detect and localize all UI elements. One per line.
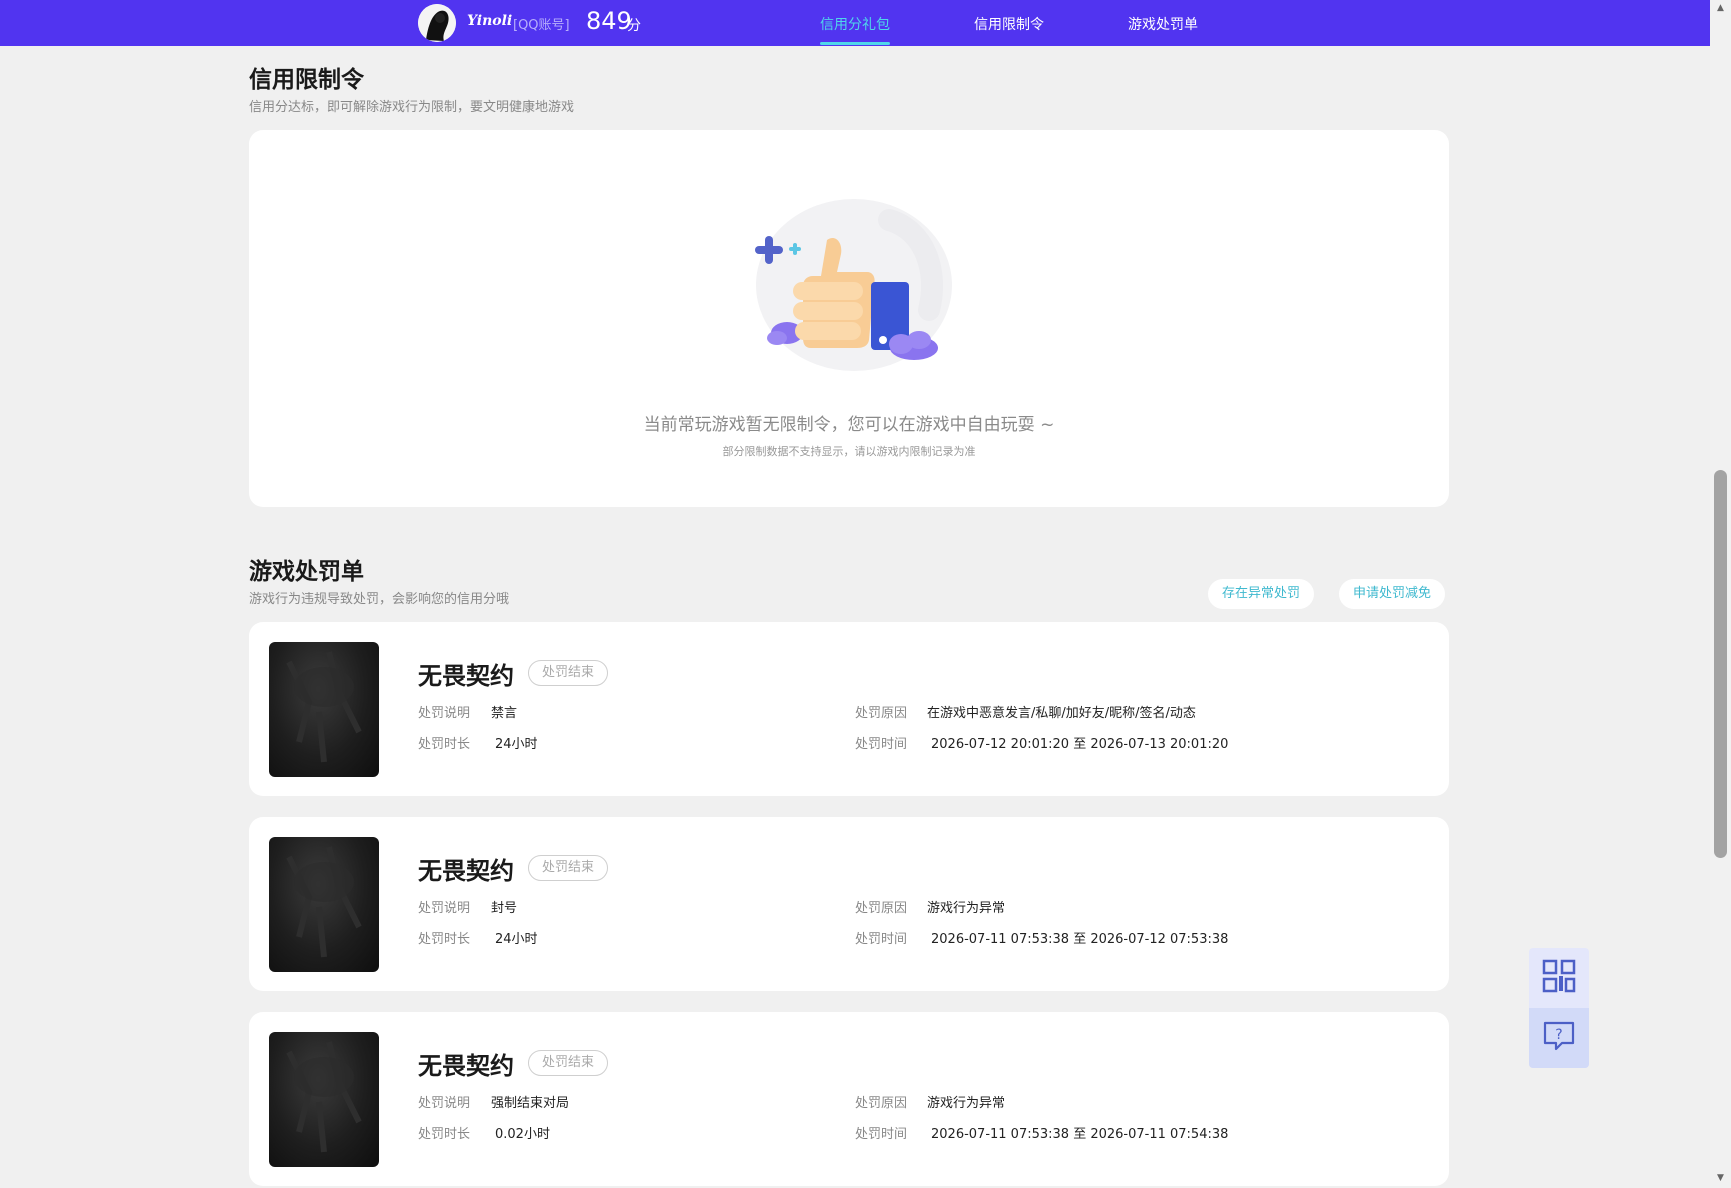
penalty-time-value: 2026-07-11 07:53:38 至 2026-07-12 07:53:3… [931, 932, 1229, 947]
penalty-desc-value: 封号 [491, 901, 518, 916]
penalty-reason-value: 游戏行为异常 [927, 901, 1006, 916]
abnormal-penalty-button[interactable]: 存在异常处罚 [1208, 579, 1315, 609]
scroll-up-arrow[interactable]: ▲ [1714, 2, 1727, 15]
feedback-button[interactable]: ? [1529, 1008, 1589, 1068]
qr-code-button[interactable] [1529, 948, 1589, 1008]
thumbs-up-illustration [749, 190, 959, 384]
game-name: 无畏契约 [418, 1052, 514, 1080]
penalty-duration-label: 处罚时长 [418, 737, 471, 752]
status-badge: 处罚结束 [528, 660, 609, 686]
game-thumbnail [269, 1032, 379, 1167]
penalty-duration-value: 24小时 [495, 932, 538, 947]
penalty-reduction-button[interactable]: 申请处罚减免 [1339, 579, 1446, 609]
status-badge: 处罚结束 [528, 1050, 609, 1076]
penalty-card: 无畏契约 处罚结束 处罚说明 禁言 处罚时长 24小时 处罚原因 在游戏中恶意发… [249, 622, 1449, 796]
penalty-duration-label: 处罚时长 [418, 1127, 471, 1142]
restriction-empty-message: 当前常玩游戏暂无限制令，您可以在游戏中自由玩耍 ~ [643, 415, 1055, 435]
qr-code-icon [1542, 959, 1576, 997]
penalty-duration-value: 0.02小时 [495, 1127, 550, 1142]
scrollbar-thumb[interactable] [1714, 470, 1727, 858]
penalty-duration-value: 24小时 [495, 737, 538, 752]
account-type: [QQ账号] [513, 18, 570, 33]
penalty-duration-label: 处罚时长 [418, 932, 471, 947]
penalty-time-label: 处罚时间 [855, 737, 908, 752]
penalty-desc-label: 处罚说明 [418, 1096, 471, 1111]
penalty-card: 无畏契约 处罚结束 处罚说明 强制结束对局 处罚时长 0.02小时 处罚原因 游… [249, 1012, 1449, 1186]
penalty-desc-label: 处罚说明 [418, 706, 471, 721]
restriction-section-subtitle: 信用分达标，即可解除游戏行为限制，要文明健康地游戏 [249, 100, 575, 115]
penalty-desc-value: 强制结束对局 [491, 1096, 570, 1111]
tab-credit-restriction[interactable]: 信用限制令 [974, 14, 1044, 34]
game-name: 无畏契约 [418, 662, 514, 690]
restriction-empty-card: 当前常玩游戏暂无限制令，您可以在游戏中自由玩耍 ~ 部分限制数据不支持显示，请以… [249, 130, 1449, 507]
active-tab-indicator [820, 42, 890, 45]
penalty-reason-label: 处罚原因 [855, 706, 908, 721]
game-thumbnail [269, 642, 379, 777]
game-thumbnail [269, 837, 379, 972]
penalty-section-subtitle: 游戏行为违规导致处罚，会影响您的信用分哦 [249, 592, 510, 607]
penalty-section-title: 游戏处罚单 [249, 559, 364, 585]
credit-score-unit: 分 [627, 18, 641, 34]
top-bar: Yinoli [QQ账号] 849 分 信用分礼包 信用限制令 游戏处罚单 [0, 0, 1710, 46]
penalty-reason-label: 处罚原因 [855, 1096, 908, 1111]
penalty-reason-label: 处罚原因 [855, 901, 908, 916]
svg-text:?: ? [1555, 1027, 1562, 1043]
restriction-empty-hint: 部分限制数据不支持显示，请以游戏内限制记录为准 [722, 445, 976, 458]
username: Yinoli [467, 13, 513, 29]
avatar[interactable] [418, 4, 456, 42]
penalty-desc-label: 处罚说明 [418, 901, 471, 916]
penalty-time-label: 处罚时间 [855, 1127, 908, 1142]
penalty-reason-value: 在游戏中恶意发言/私聊/加好友/昵称/签名/动态 [927, 706, 1196, 721]
game-name: 无畏契约 [418, 857, 514, 885]
penalty-desc-value: 禁言 [491, 706, 518, 721]
penalty-time-value: 2026-07-11 07:53:38 至 2026-07-11 07:54:3… [931, 1127, 1229, 1142]
restriction-section-title: 信用限制令 [249, 67, 364, 93]
penalty-reason-value: 游戏行为异常 [927, 1096, 1006, 1111]
penalty-time-label: 处罚时间 [855, 932, 908, 947]
penalty-time-value: 2026-07-12 20:01:20 至 2026-07-13 20:01:2… [931, 737, 1229, 752]
tab-game-penalty[interactable]: 游戏处罚单 [1128, 14, 1198, 34]
penalty-card: 无畏契约 处罚结束 处罚说明 封号 处罚时长 24小时 处罚原因 游戏行为异常 … [249, 817, 1449, 991]
feedback-question-icon: ? [1542, 1019, 1576, 1057]
scroll-down-arrow[interactable]: ▼ [1714, 1172, 1727, 1185]
credit-score: 849 [586, 7, 632, 35]
floating-toolbar: ? [1529, 948, 1589, 1068]
tab-credit-gift[interactable]: 信用分礼包 [820, 14, 890, 34]
status-badge: 处罚结束 [528, 855, 609, 881]
